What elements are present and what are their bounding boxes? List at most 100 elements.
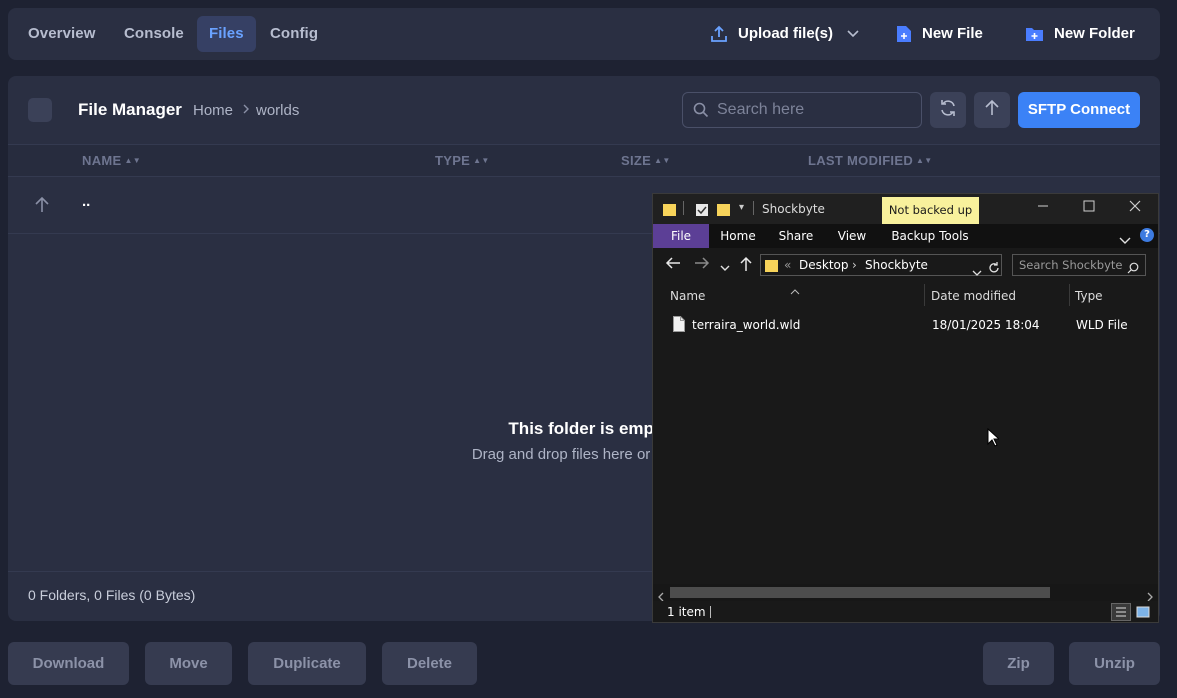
breadcrumb-separator-icon	[242, 102, 250, 119]
new-file-label: New File	[922, 25, 983, 42]
file-manager-title: File Manager	[78, 100, 182, 119]
breadcrumb-worlds[interactable]: worlds	[256, 102, 299, 119]
upload-files-label: Upload file(s)	[738, 25, 834, 42]
up-arrow-icon[interactable]	[739, 256, 753, 276]
explorer-search-input[interactable]	[1019, 257, 1123, 273]
explorer-title-bar: ▾ Shockbyte Not backed up	[653, 194, 1158, 224]
delete-button[interactable]: Delete	[382, 642, 477, 685]
refresh-icon	[938, 98, 958, 123]
large-icons-view-icon[interactable]	[1136, 604, 1150, 622]
file-date-modified: 18/01/2025 18:04	[932, 318, 1040, 332]
address-dropdown-icon[interactable]	[972, 262, 982, 281]
recent-locations-icon[interactable]	[720, 258, 730, 276]
address-bar[interactable]: « Desktop › Shockbyte	[760, 254, 1002, 276]
separator	[683, 201, 684, 215]
column-divider[interactable]	[1069, 284, 1070, 306]
ribbon-tab-view[interactable]: View	[829, 224, 875, 248]
download-button[interactable]: Download	[8, 642, 129, 685]
upload-icon	[710, 25, 728, 43]
top-nav-bar: Overview Console Files Config Upload fil…	[8, 8, 1160, 60]
duplicate-button[interactable]: Duplicate	[248, 642, 366, 685]
column-divider[interactable]	[924, 284, 925, 306]
new-file-icon	[896, 25, 912, 43]
sort-icon: ▲▼	[654, 156, 671, 165]
search-box[interactable]	[682, 92, 922, 128]
upload-arrow-button[interactable]	[974, 92, 1010, 128]
upload-files-button[interactable]: Upload file(s)	[710, 16, 859, 52]
tab-files[interactable]: Files	[197, 16, 256, 52]
address-segment-shockbyte[interactable]: Shockbyte	[865, 258, 928, 272]
file-icon	[673, 316, 685, 336]
arrow-up-icon	[34, 196, 50, 219]
refresh-icon[interactable]	[988, 259, 1000, 278]
explorer-status-bar: 1 item	[653, 601, 1158, 622]
search-icon	[693, 102, 709, 123]
table-header: NAME ▲▼ TYPE ▲▼ SIZE ▲▼ LAST MODIFIED ▲▼	[8, 144, 1160, 177]
separator	[753, 201, 754, 215]
minimize-icon[interactable]	[1037, 200, 1049, 216]
new-folder-label: New Folder	[1054, 25, 1135, 42]
new-folder-button[interactable]: New Folder	[1025, 16, 1135, 52]
folder-icon	[663, 202, 677, 221]
forward-arrow-icon[interactable]	[694, 256, 710, 274]
scrollbar-thumb[interactable]	[670, 587, 1050, 598]
divider	[710, 606, 711, 618]
details-view-icon[interactable]	[1111, 603, 1131, 621]
explorer-column-date-modified[interactable]: Date modified	[931, 289, 1016, 303]
tab-console[interactable]: Console	[112, 16, 196, 52]
column-name[interactable]: NAME ▲▼	[82, 153, 141, 168]
ribbon-tab-backup-tools[interactable]: Backup Tools	[889, 224, 971, 248]
select-all-checkbox[interactable]	[28, 98, 52, 122]
address-overflow-icon[interactable]: «	[784, 258, 791, 272]
explorer-navigation-bar: « Desktop › Shockbyte	[653, 248, 1158, 282]
file-name: terraira_world.wld	[692, 318, 801, 332]
horizontal-scrollbar[interactable]	[653, 584, 1158, 602]
parent-directory-label: ..	[82, 193, 91, 210]
search-icon	[1127, 259, 1139, 278]
address-separator-icon[interactable]: ›	[852, 258, 857, 272]
not-backed-up-badge[interactable]: Not backed up	[882, 197, 979, 224]
chevron-down-icon[interactable]	[847, 30, 859, 38]
sort-icon: ▲▼	[916, 156, 933, 165]
ribbon-tabs: File Home Share View Backup Tools ?	[653, 224, 1158, 248]
close-icon[interactable]	[1129, 200, 1141, 216]
explorer-search-box[interactable]	[1012, 254, 1146, 276]
sftp-connect-button[interactable]: SFTP Connect	[1018, 92, 1140, 128]
column-last-modified[interactable]: LAST MODIFIED ▲▼	[808, 153, 932, 168]
refresh-button[interactable]	[930, 92, 966, 128]
breadcrumb-home[interactable]: Home	[193, 102, 233, 119]
address-segment-desktop[interactable]: Desktop	[799, 258, 849, 272]
ribbon-tab-home[interactable]: Home	[715, 224, 761, 248]
file-summary: 0 Folders, 0 Files (0 Bytes)	[28, 587, 196, 603]
back-arrow-icon[interactable]	[665, 256, 681, 274]
chevron-down-icon[interactable]	[1119, 230, 1131, 249]
maximize-icon[interactable]	[1083, 200, 1095, 216]
help-icon[interactable]: ?	[1140, 228, 1154, 242]
list-item[interactable]: terraira_world.wld 18/01/2025 18:04 WLD …	[668, 316, 1148, 334]
tab-overview[interactable]: Overview	[16, 16, 108, 52]
file-type: WLD File	[1076, 318, 1128, 332]
sort-arrow-icon	[790, 280, 800, 299]
window-title: Shockbyte	[762, 202, 825, 216]
zip-button[interactable]: Zip	[983, 642, 1054, 685]
explorer-column-type[interactable]: Type	[1075, 289, 1103, 303]
explorer-column-name[interactable]: Name	[670, 289, 705, 303]
tab-config[interactable]: Config	[258, 16, 330, 52]
move-button[interactable]: Move	[145, 642, 232, 685]
new-folder-icon	[1025, 26, 1044, 42]
mouse-cursor-icon	[987, 427, 1001, 452]
explorer-window: ▾ Shockbyte Not backed up File Home Shar…	[652, 193, 1159, 623]
ribbon-tab-share[interactable]: Share	[773, 224, 819, 248]
column-size[interactable]: SIZE ▲▼	[621, 153, 671, 168]
ribbon-tab-file[interactable]: File	[653, 224, 709, 248]
new-file-button[interactable]: New File	[896, 16, 983, 52]
column-type[interactable]: TYPE ▲▼	[435, 153, 490, 168]
new-folder-quick-icon[interactable]	[717, 202, 731, 221]
search-input[interactable]	[717, 93, 913, 126]
customize-dropdown-icon[interactable]: ▾	[739, 202, 744, 213]
unzip-button[interactable]: Unzip	[1069, 642, 1160, 685]
arrow-up-icon	[984, 99, 1000, 122]
properties-icon[interactable]	[695, 202, 709, 221]
sort-icon: ▲▼	[124, 156, 141, 165]
sort-icon: ▲▼	[473, 156, 490, 165]
